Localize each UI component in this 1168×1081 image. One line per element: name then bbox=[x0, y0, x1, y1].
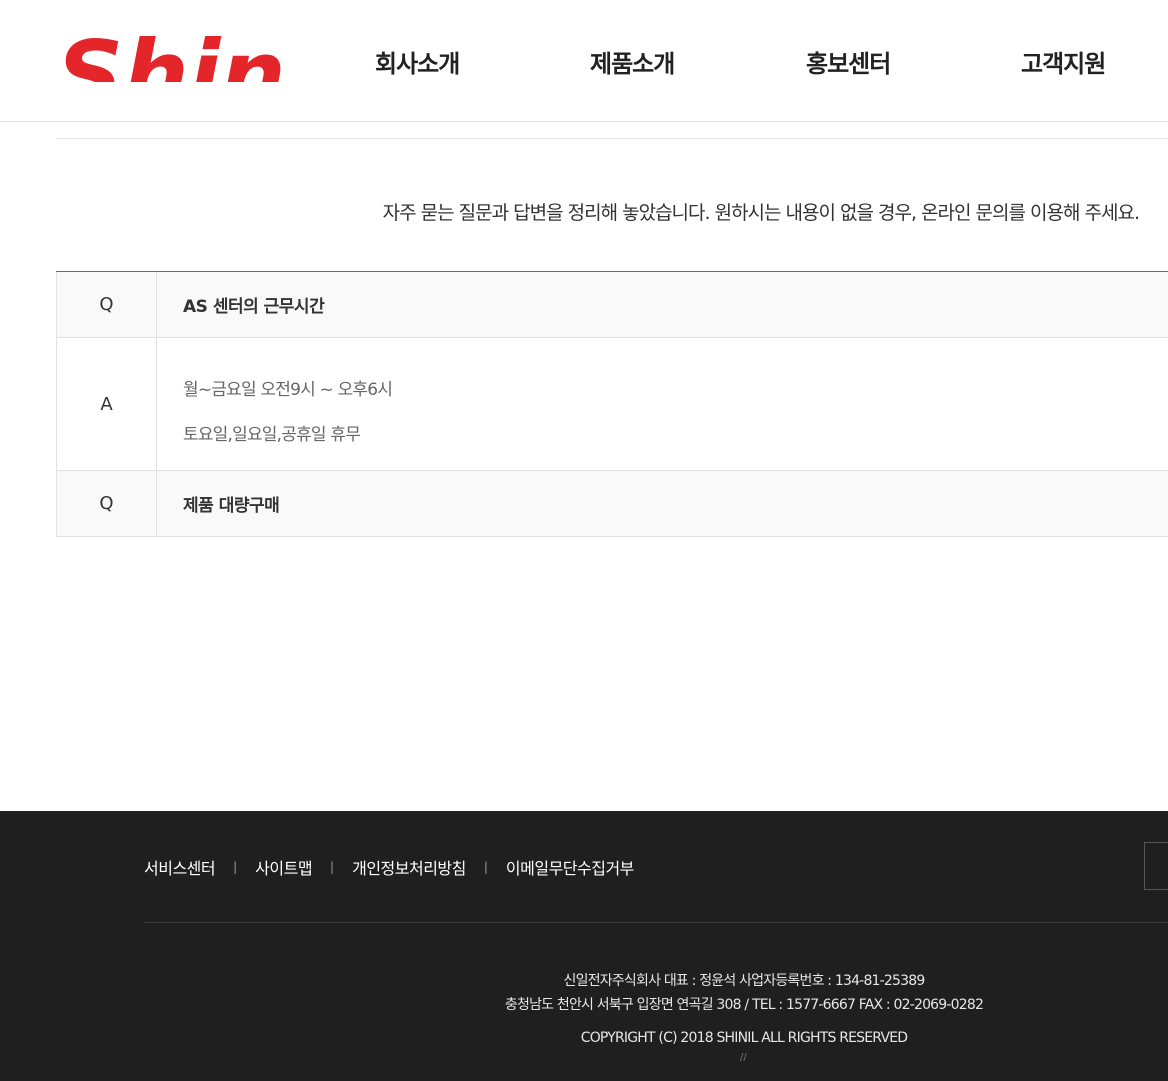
footer-link-email-refusal[interactable]: 이메일무단수집거부 bbox=[506, 855, 634, 879]
answer-line: 월~금요일 오전9시 ~ 오후6시 bbox=[183, 380, 393, 400]
footer-link-privacy-policy[interactable]: 개인정보처리방침 bbox=[352, 855, 466, 879]
nav-pr-center[interactable]: 홍보센터 bbox=[806, 44, 891, 79]
nav-company[interactable]: 회사소개 bbox=[375, 44, 460, 79]
footer-separator: | bbox=[483, 860, 488, 874]
site-footer: 서비스센터 | 사이트맵 | 개인정보처리방침 | 이메일무단수집거부 신일전자… bbox=[0, 811, 1168, 1081]
faq-intro-text: 자주 묻는 질문과 답변을 정리해 놓았습니다. 원하시는 내용이 없을 경우,… bbox=[382, 202, 1140, 224]
faq-question-row[interactable]: Q 제품 대량구매 bbox=[56, 471, 1168, 537]
question-label: Q bbox=[57, 272, 157, 337]
company-info-line: 신일전자주식회사 대표 : 정윤석 사업자등록번호 : 134-81-25389 bbox=[563, 973, 926, 989]
answer-label: A bbox=[57, 338, 157, 470]
family-site-select[interactable] bbox=[1144, 842, 1168, 890]
content-divider bbox=[56, 138, 1168, 139]
site-header: Shinil 회사소개 제품소개 홍보센터 고객지원 bbox=[0, 0, 1168, 122]
footer-separator: | bbox=[233, 860, 238, 874]
footer-link-sitemap[interactable]: 사이트맵 bbox=[255, 855, 312, 879]
footer-links: 서비스센터 | 사이트맵 | 개인정보처리방침 | 이메일무단수집거부 bbox=[144, 855, 634, 879]
copyright-text: COPYRIGHT (C) 2018 SHINIL ALL RIGHTS RES… bbox=[580, 1030, 908, 1046]
question-text: AS 센터의 근무시간 bbox=[183, 297, 325, 317]
faq-answer-row: A 월~금요일 오전9시 ~ 오후6시 토요일,일요일,공휴일 휴무 bbox=[56, 338, 1168, 471]
answer-text: 월~금요일 오전9시 ~ 오후6시 토요일,일요일,공휴일 휴무 bbox=[183, 368, 393, 458]
answer-line: 토요일,일요일,공휴일 휴무 bbox=[183, 425, 361, 445]
footer-link-service-center[interactable]: 서비스센터 bbox=[144, 855, 216, 879]
faq-table: Q AS 센터의 근무시간 A 월~금요일 오전9시 ~ 오후6시 토요일,일요… bbox=[56, 271, 1168, 537]
nav-products[interactable]: 제품소개 bbox=[590, 44, 675, 79]
main-nav: 회사소개 제품소개 홍보센터 고객지원 bbox=[0, 44, 1168, 78]
question-label: Q bbox=[57, 471, 157, 536]
nav-support[interactable]: 고객지원 bbox=[1021, 44, 1106, 79]
footer-divider bbox=[144, 922, 1168, 923]
company-info: 신일전자주식회사 대표 : 정윤석 사업자등록번호 : 134-81-25389… bbox=[0, 969, 1168, 1017]
faq-question-row[interactable]: Q AS 센터의 근무시간 bbox=[56, 272, 1168, 338]
question-text: 제품 대량구매 bbox=[183, 496, 280, 516]
footer-separator: | bbox=[330, 860, 335, 874]
footer-mark: // bbox=[740, 1052, 747, 1063]
company-address-line: 충청남도 천안시 서북구 입장면 연곡길 308 / TEL : 1577-66… bbox=[504, 997, 984, 1013]
